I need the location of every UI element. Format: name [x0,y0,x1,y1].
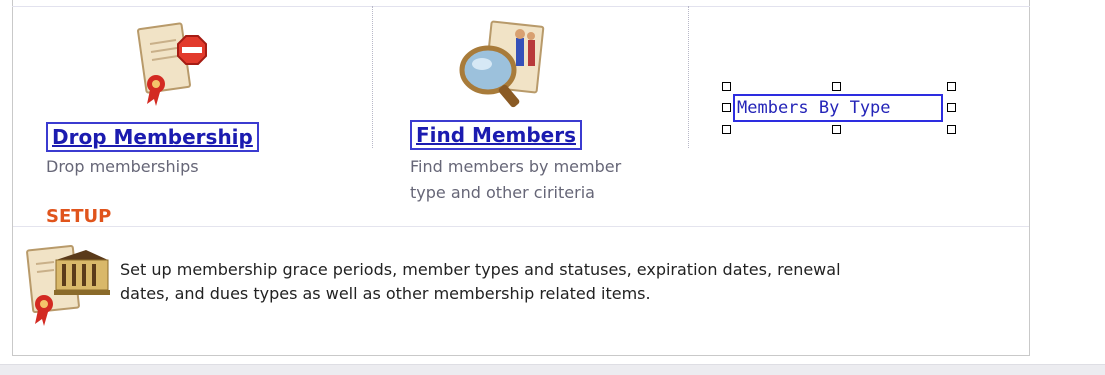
find-members-desc-line1: Find members by member [410,157,622,176]
resize-handle-bottom-left[interactable] [722,125,731,134]
drop-membership-link[interactable]: Drop Membership [46,122,259,152]
members-by-type-link[interactable]: Members By Type [733,94,943,122]
setup-description-line2: dates, and dues types as well as other m… [120,284,651,303]
magnifier-people-icon[interactable] [458,18,554,114]
find-members-desc-line2: type and other ciriteria [410,183,595,202]
resize-handle-bottom-right[interactable] [947,125,956,134]
column-divider [688,6,689,148]
resize-handle-bottom[interactable] [832,125,841,134]
resize-handle-top-left[interactable] [722,82,731,91]
resize-handle-top-right[interactable] [947,82,956,91]
drop-membership-desc: Drop memberships [46,157,199,176]
certificate-building-icon[interactable] [24,238,114,328]
find-members-link[interactable]: Find Members [410,120,582,150]
resize-handle-top[interactable] [832,82,841,91]
column-divider [372,6,373,148]
setup-description: Set up membership grace periods, member … [120,258,1000,306]
certificate-stop-icon[interactable] [134,18,224,110]
top-divider [12,0,1030,7]
setup-section-title: SETUP [46,206,112,227]
setup-section-divider [13,226,1029,227]
setup-description-line1: Set up membership grace periods, member … [120,260,841,279]
horizontal-scrollbar[interactable] [0,364,1105,375]
resize-handle-left[interactable] [722,103,731,112]
resize-handle-right[interactable] [947,103,956,112]
